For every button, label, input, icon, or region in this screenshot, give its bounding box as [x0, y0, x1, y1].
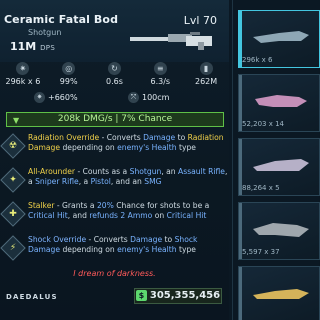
weapon-detail-panel: Ceramic Fatal Bod Shotgun Lvl 70 11M DPS… [0, 0, 229, 320]
magazine-icon: ▮ [199, 62, 213, 75]
weapon-thumbnail [253, 31, 309, 43]
manufacturer-logo: DAEDALUS [6, 293, 58, 301]
perk-radiation-override[interactable]: ☢ Radiation Override - Converts Damage t… [0, 133, 229, 167]
perk-shock-override[interactable]: ⚡ Shock Override - Converts Damage to Sh… [0, 235, 229, 269]
weapon-thumbnail [253, 223, 309, 237]
extra-stats: ✷ +660% ⤧ 100cm [0, 92, 229, 108]
crosshair-icon: ✷ [16, 62, 30, 75]
inventory-card[interactable]: 5,597 x 37 [238, 202, 320, 260]
stat-magazine: ▮ 262M [183, 62, 229, 88]
stat-accuracy-value: 99% [59, 77, 78, 86]
all-arounder-icon: ✦ [0, 167, 26, 193]
inventory-caption: 52,203 x 14 [242, 120, 284, 128]
arrow-down-icon: ▼ [13, 116, 20, 125]
inventory-caption: 88,264 x 5 [242, 184, 280, 192]
accuracy-icon: ◎ [62, 62, 76, 75]
crit-value: +660% [48, 93, 78, 102]
perk-stalker[interactable]: ✚ Stalker - Grants a 20% Chance for shot… [0, 201, 229, 235]
inventory-caption: 296k x 6 [242, 56, 273, 64]
damage-rate-text: 208k DMG/s | 7% Chance [57, 114, 173, 124]
range-stat: ⤧ 100cm [128, 92, 169, 103]
dps-value: 11M [10, 40, 37, 53]
range-icon: ⤧ [128, 92, 139, 103]
weapon-thumbnail [253, 289, 309, 299]
ammo-icon: ≡ [153, 62, 167, 75]
flavor-quote: I dream of darkness. [73, 269, 156, 278]
range-value: 100cm [142, 93, 170, 102]
weapon-header: Ceramic Fatal Bod Shotgun Lvl 70 11M DPS [0, 0, 229, 62]
perk-all-arounder[interactable]: ✦ All-Arounder - Counts as a Shotgun, an… [0, 167, 229, 201]
stat-fire-rate: ≡ 6.3/s [137, 62, 183, 88]
crit-icon: ✷ [34, 92, 45, 103]
weapon-type: Shotgun [28, 28, 62, 37]
weapon-inspect-screen: Ceramic Fatal Bod Shotgun Lvl 70 11M DPS… [0, 0, 320, 320]
weapon-footer: DAEDALUS $305,355,456 [0, 288, 229, 310]
stat-fire-rate-value: 6.3/s [150, 77, 171, 86]
reload-icon: ↻ [107, 62, 121, 75]
weapon-level: Lvl 70 [183, 14, 217, 27]
stat-row: ✷ 296k x 6 ◎ 99% ↻ 0.6s ≡ 6.3/s ▮ 262M [0, 62, 229, 88]
crit-damage-stat: ✷ +660% [34, 92, 78, 103]
inventory-card[interactable] [238, 266, 320, 320]
weapon-thumbnail [253, 159, 309, 171]
inventory-divider [232, 0, 233, 320]
inventory-caption: 5,597 x 37 [242, 248, 280, 256]
inventory-card[interactable]: 52,203 x 14 [238, 74, 320, 132]
dps-readout: 11M DPS [10, 40, 55, 53]
sell-price: $305,355,456 [134, 288, 222, 304]
stalker-icon: ✚ [0, 201, 26, 227]
perk-list: ☢ Radiation Override - Converts Damage t… [0, 133, 229, 269]
stat-damage-value: 296k x 6 [5, 77, 41, 86]
weapon-thumbnail [255, 95, 307, 107]
radiation-icon: ☢ [0, 133, 26, 159]
perk-name: Shock Override [28, 235, 87, 244]
dps-unit: DPS [40, 44, 56, 52]
stat-damage: ✷ 296k x 6 [0, 62, 46, 88]
perk-name: Radiation Override [28, 133, 100, 142]
inventory-card[interactable]: 88,264 x 5 [238, 138, 320, 196]
inventory-card[interactable]: 296k x 6 [238, 10, 320, 68]
shotgun-image [130, 32, 212, 50]
stat-reload-value: 0.6s [106, 77, 123, 86]
perk-name: All-Arounder [28, 167, 76, 176]
stat-magazine-value: 262M [195, 77, 218, 86]
perk-name: Stalker [28, 201, 55, 210]
stat-accuracy: ◎ 99% [46, 62, 92, 88]
weapon-name: Ceramic Fatal Bod [4, 13, 119, 26]
currency-icon: $ [135, 289, 147, 301]
stat-reload: ↻ 0.6s [92, 62, 138, 88]
shock-icon: ⚡ [0, 235, 26, 261]
damage-rate-banner: ▼ 208k DMG/s | 7% Chance [6, 112, 224, 127]
price-value: 305,355,456 [149, 290, 221, 301]
